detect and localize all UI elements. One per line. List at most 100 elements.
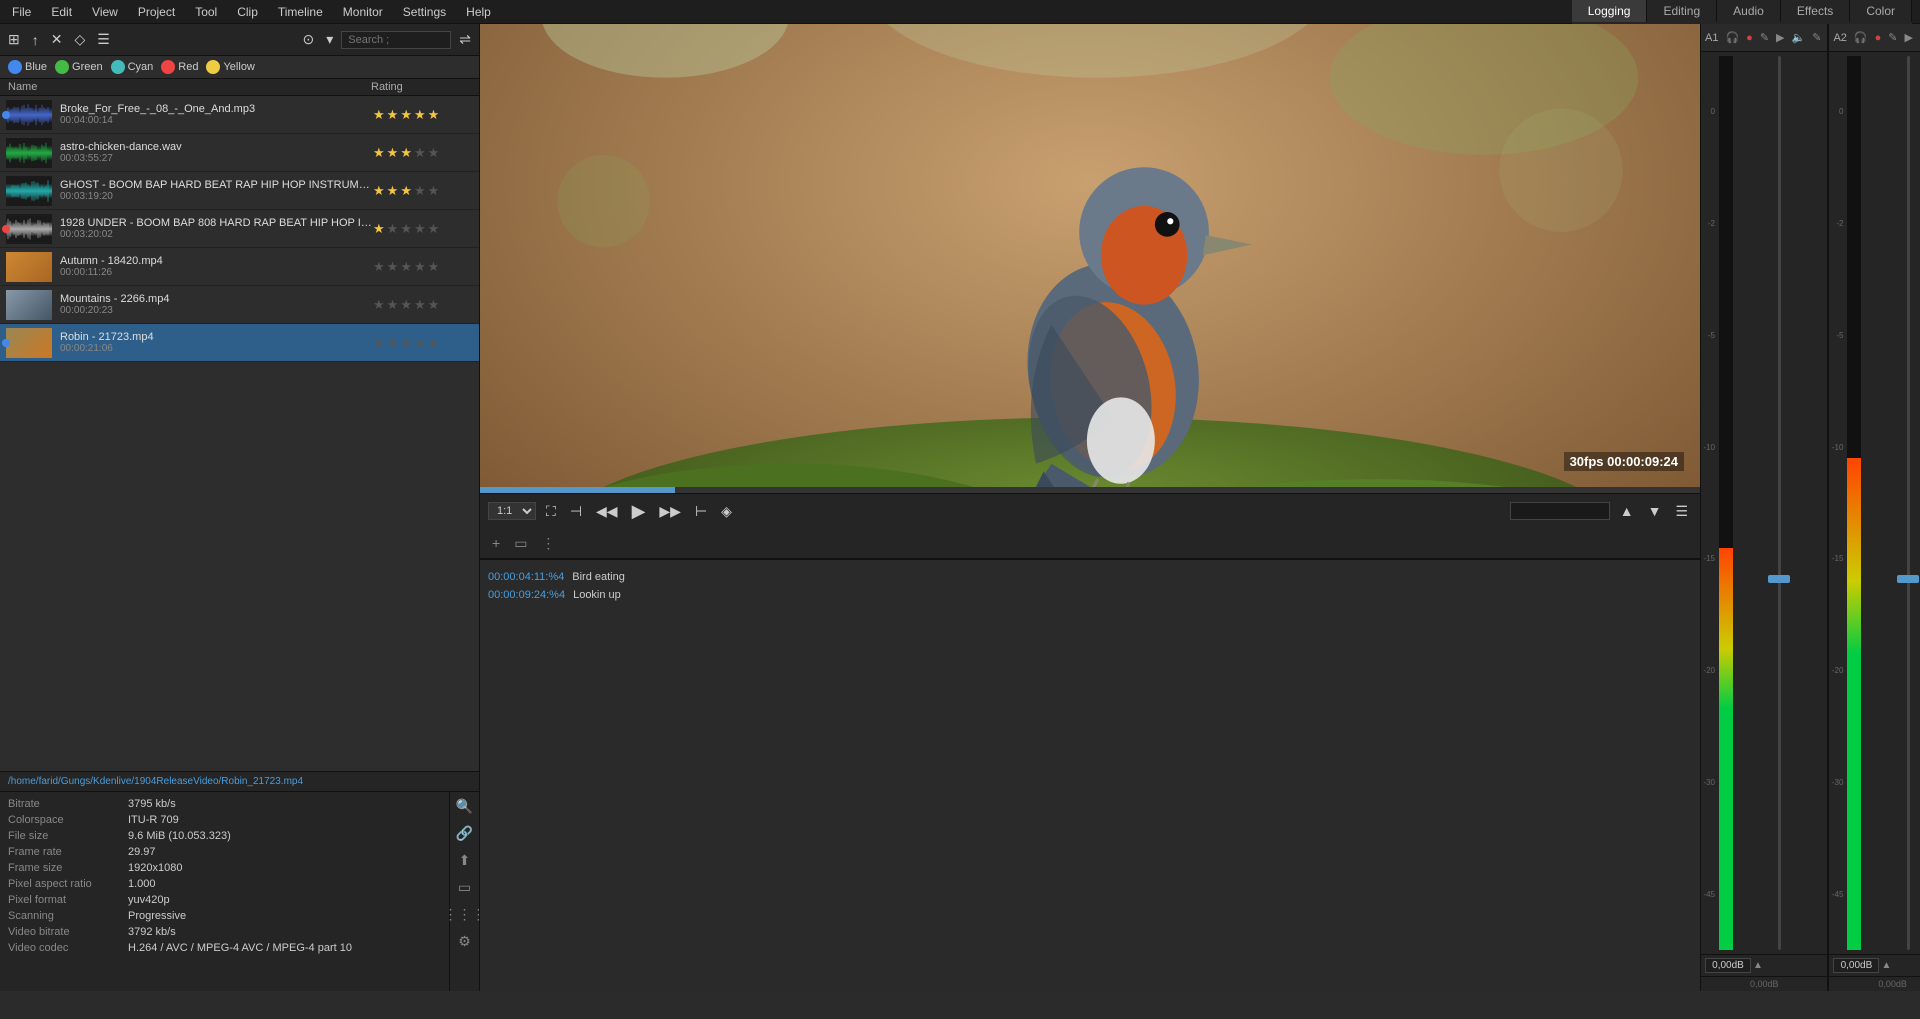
star-0-2[interactable]: ★ xyxy=(400,107,412,123)
star-2-3[interactable]: ★ xyxy=(414,183,426,199)
star-5-0[interactable]: ★ xyxy=(373,297,385,313)
file-rating-0[interactable]: ★★★★★ xyxy=(373,107,473,123)
a2-lock-button[interactable]: ✎ xyxy=(1886,30,1899,45)
info-settings-button[interactable]: ⚙ xyxy=(456,931,473,952)
star-1-3[interactable]: ★ xyxy=(414,145,426,161)
star-5-2[interactable]: ★ xyxy=(400,297,412,313)
video-progress-bar[interactable] xyxy=(480,487,1700,493)
a2-db-up[interactable]: ▲ xyxy=(1881,960,1891,971)
info-clip-button[interactable]: ▭ xyxy=(456,877,473,898)
star-5-1[interactable]: ★ xyxy=(387,297,399,313)
a1-db-input[interactable] xyxy=(1705,958,1751,973)
menu-monitor[interactable]: Monitor xyxy=(339,3,387,21)
out-point-button[interactable]: ⊢ xyxy=(691,501,711,522)
star-2-0[interactable]: ★ xyxy=(373,183,385,199)
tag-green[interactable]: Green xyxy=(55,60,103,74)
file-item-4[interactable]: Autumn - 18420.mp400:00:11:26★★★★★ xyxy=(0,248,479,286)
timecode-input[interactable]: 00:00:09:24 xyxy=(1510,502,1610,520)
zoom-select[interactable]: 1:1 1:2 2:1 xyxy=(488,502,536,520)
file-item-2[interactable]: GHOST - BOOM BAP HARD BEAT RAP HIP HOP I… xyxy=(0,172,479,210)
menu-button[interactable]: ☰ xyxy=(93,29,114,50)
file-rating-3[interactable]: ★★★★★ xyxy=(373,221,473,237)
marker-clip-button[interactable]: ▭ xyxy=(510,533,531,554)
file-item-1[interactable]: astro-chicken-dance.wav00:03:55:27★★★★★ xyxy=(0,134,479,172)
star-6-1[interactable]: ★ xyxy=(387,335,399,351)
star-3-1[interactable]: ★ xyxy=(387,221,399,237)
star-3-3[interactable]: ★ xyxy=(414,221,426,237)
star-1-2[interactable]: ★ xyxy=(400,145,412,161)
marker-item-1[interactable]: 00:00:09:24:%4Lookin up xyxy=(488,586,1692,604)
a2-db-input[interactable] xyxy=(1833,958,1879,973)
a2-fader-knob[interactable] xyxy=(1897,575,1919,583)
star-4-4[interactable]: ★ xyxy=(428,259,440,275)
menu-help[interactable]: Help xyxy=(462,3,495,21)
star-5-4[interactable]: ★ xyxy=(428,297,440,313)
properties-button[interactable]: ◇ xyxy=(70,29,89,50)
star-6-0[interactable]: ★ xyxy=(373,335,385,351)
menu-tool[interactable]: Tool xyxy=(191,3,221,21)
a2-expand-button[interactable]: ▶ xyxy=(1902,30,1914,45)
file-item-3[interactable]: 1928 UNDER - BOOM BAP 808 HARD RAP BEAT … xyxy=(0,210,479,248)
star-0-3[interactable]: ★ xyxy=(414,107,426,123)
a1-headphone-button[interactable]: 🎧 xyxy=(1723,30,1741,45)
tab-editing[interactable]: Editing xyxy=(1647,0,1717,22)
tab-audio[interactable]: Audio xyxy=(1717,0,1781,22)
file-item-6[interactable]: Robin - 21723.mp400:00:21:06★★★★★ xyxy=(0,324,479,362)
fullscreen-button[interactable]: ⛶ xyxy=(542,501,560,522)
options-button[interactable]: ☰ xyxy=(1671,501,1692,522)
a2-fader[interactable] xyxy=(1864,56,1920,950)
star-6-3[interactable]: ★ xyxy=(414,335,426,351)
add-marker-button[interactable]: ◈ xyxy=(717,501,736,522)
star-5-3[interactable]: ★ xyxy=(414,297,426,313)
star-3-2[interactable]: ★ xyxy=(400,221,412,237)
menu-clip[interactable]: Clip xyxy=(233,3,262,21)
info-search-button[interactable]: 🔍 xyxy=(454,796,475,817)
a1-mute-button[interactable]: ● xyxy=(1744,31,1755,45)
menu-view[interactable]: View xyxy=(88,3,122,21)
star-0-1[interactable]: ★ xyxy=(387,107,399,123)
step-back-button[interactable]: ◀◀ xyxy=(592,501,622,522)
a2-mute-button[interactable]: ● xyxy=(1873,31,1884,45)
timecode-down[interactable]: ▼ xyxy=(1644,501,1666,521)
tag-cyan[interactable]: Cyan xyxy=(111,60,154,74)
search-input[interactable] xyxy=(341,31,451,49)
step-forward-button[interactable]: ▶▶ xyxy=(655,501,685,522)
file-rating-1[interactable]: ★★★★★ xyxy=(373,145,473,161)
file-rating-6[interactable]: ★★★★★ xyxy=(373,335,473,351)
new-folder-button[interactable]: ⊞ xyxy=(4,29,24,50)
marker-more-button[interactable]: ⋮ xyxy=(537,533,559,554)
menu-edit[interactable]: Edit xyxy=(47,3,76,21)
file-item-0[interactable]: Broke_For_Free_-_08_-_One_And.mp300:04:0… xyxy=(0,96,479,134)
star-1-0[interactable]: ★ xyxy=(373,145,385,161)
filter-dropdown[interactable]: ▾ xyxy=(322,29,337,50)
tag-blue[interactable]: Blue xyxy=(8,60,47,74)
star-2-4[interactable]: ★ xyxy=(428,183,440,199)
in-point-button[interactable]: ⊣ xyxy=(566,501,586,522)
star-0-4[interactable]: ★ xyxy=(428,107,440,123)
star-6-2[interactable]: ★ xyxy=(400,335,412,351)
tab-logging[interactable]: Logging xyxy=(1572,0,1648,22)
star-1-1[interactable]: ★ xyxy=(387,145,399,161)
add-clip-button[interactable]: ↑ xyxy=(28,30,43,50)
info-link-button[interactable]: 🔗 xyxy=(454,823,475,844)
star-0-0[interactable]: ★ xyxy=(373,107,385,123)
delete-button[interactable]: ✕ xyxy=(47,29,67,50)
file-rating-2[interactable]: ★★★★★ xyxy=(373,183,473,199)
tag-red[interactable]: Red xyxy=(161,60,198,74)
a1-fader-knob[interactable] xyxy=(1768,575,1790,583)
menu-file[interactable]: File xyxy=(8,3,35,21)
menu-timeline[interactable]: Timeline xyxy=(274,3,327,21)
star-2-2[interactable]: ★ xyxy=(400,183,412,199)
tab-color[interactable]: Color xyxy=(1850,0,1912,22)
a1-fader[interactable] xyxy=(1736,56,1823,950)
star-2-1[interactable]: ★ xyxy=(387,183,399,199)
menu-settings[interactable]: Settings xyxy=(399,3,450,21)
info-more-button[interactable]: ⋮⋮⋮ xyxy=(442,904,480,925)
a2-headphone-button[interactable]: 🎧 xyxy=(1852,30,1870,45)
file-rating-4[interactable]: ★★★★★ xyxy=(373,259,473,275)
play-button[interactable]: ▶ xyxy=(628,499,650,524)
add-marker-toolbar[interactable]: + xyxy=(488,533,504,553)
a1-db-up[interactable]: ▲ xyxy=(1753,960,1763,971)
menu-project[interactable]: Project xyxy=(134,3,179,21)
star-4-2[interactable]: ★ xyxy=(400,259,412,275)
